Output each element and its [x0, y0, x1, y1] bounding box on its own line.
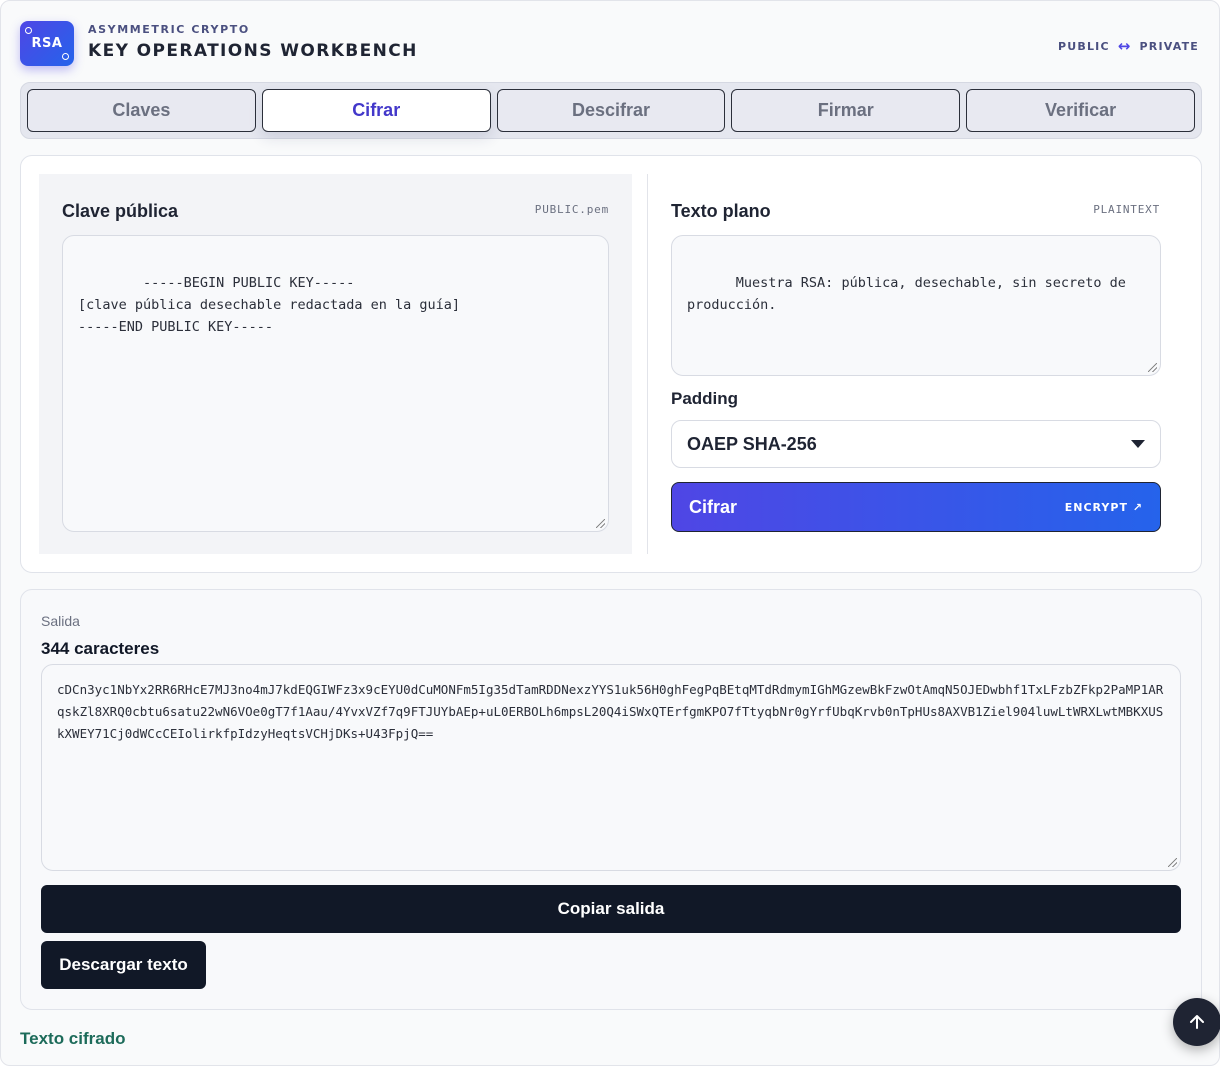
plaintext-value: Muestra RSA: pública, desechable, sin se… — [687, 275, 1135, 313]
operation-tabs: Claves Cifrar Descifrar Firmar Verificar — [20, 82, 1202, 139]
encrypt-panel: Clave pública PUBLIC.pem -----BEGIN PUBL… — [20, 155, 1202, 573]
resize-handle-icon[interactable] — [1168, 858, 1177, 867]
encrypt-button-tag: ENCRYPT ↗ — [1064, 500, 1143, 514]
output-value: cDCn3yc1NbYx2RR6RHcE7MJ3no4mJ7kdEQGIWFz3… — [57, 682, 1164, 741]
tab-verificar[interactable]: Verificar — [966, 89, 1195, 132]
tab-cifrar[interactable]: Cifrar — [261, 89, 491, 132]
copy-output-button[interactable]: Copiar salida — [41, 885, 1181, 933]
encrypt-button-label: Cifrar — [689, 496, 738, 517]
chevron-down-icon — [1131, 440, 1145, 448]
output-panel: Salida 344 caracteres cDCn3yc1NbYx2RR6RH… — [20, 589, 1202, 1010]
keypair-indicator: PUBLIC ↔ PRIVATE — [1058, 37, 1199, 55]
plaintext-input[interactable]: Muestra RSA: pública, desechable, sin se… — [671, 235, 1161, 376]
logo-dot-icon — [25, 27, 32, 34]
logo-text: RSA — [31, 36, 63, 51]
tab-descifrar[interactable]: Descifrar — [496, 89, 726, 132]
output-caption: Salida — [41, 613, 80, 629]
arrow-up-icon — [1190, 1015, 1204, 1029]
keypair-public-label: PUBLIC — [1057, 39, 1110, 53]
rsa-logo: RSA — [20, 21, 74, 66]
app-window: RSA ASYMMETRIC CRYPTO KEY OPERATIONS WOR… — [0, 0, 1220, 1066]
padding-select[interactable]: OAEP SHA-256 — [671, 420, 1161, 468]
plaintext-label: Texto plano — [671, 201, 771, 221]
swap-arrow-icon: ↔ — [1117, 37, 1132, 55]
public-key-format-tag: PUBLIC.pem — [534, 203, 609, 216]
padding-selected-value: OAEP SHA-256 — [687, 433, 817, 454]
resize-handle-icon[interactable] — [1148, 363, 1157, 372]
output-char-count: 344 caracteres — [41, 639, 160, 658]
padding-label: Padding — [671, 389, 739, 408]
encrypt-button[interactable]: Cifrar ENCRYPT ↗ — [671, 482, 1161, 532]
download-text-button[interactable]: Descargar texto — [41, 941, 206, 989]
public-key-input[interactable]: -----BEGIN PUBLIC KEY----- [clave públic… — [62, 235, 609, 532]
output-textarea[interactable]: cDCn3yc1NbYx2RR6RHcE7MJ3no4mJ7kdEQGIWFz3… — [41, 664, 1181, 871]
public-key-label: Clave pública — [62, 201, 179, 221]
ciphertext-section-label: Texto cifrado — [20, 1029, 126, 1048]
plaintext-format-tag: PLAINTEXT — [1093, 203, 1160, 216]
keypair-private-label: PRIVATE — [1139, 39, 1199, 53]
logo-dot-icon — [62, 53, 69, 60]
public-key-pane: Clave pública PUBLIC.pem -----BEGIN PUBL… — [39, 174, 632, 554]
scroll-to-top-button[interactable] — [1173, 998, 1220, 1046]
resize-handle-icon[interactable] — [596, 519, 605, 528]
pane-divider — [647, 174, 648, 554]
tab-claves[interactable]: Claves — [27, 89, 256, 132]
app-eyebrow: ASYMMETRIC CRYPTO — [88, 23, 250, 36]
page-title: KEY OPERATIONS WORKBENCH — [88, 41, 418, 61]
tab-firmar[interactable]: Firmar — [731, 89, 961, 132]
public-key-value: -----BEGIN PUBLIC KEY----- [clave públic… — [78, 275, 461, 335]
